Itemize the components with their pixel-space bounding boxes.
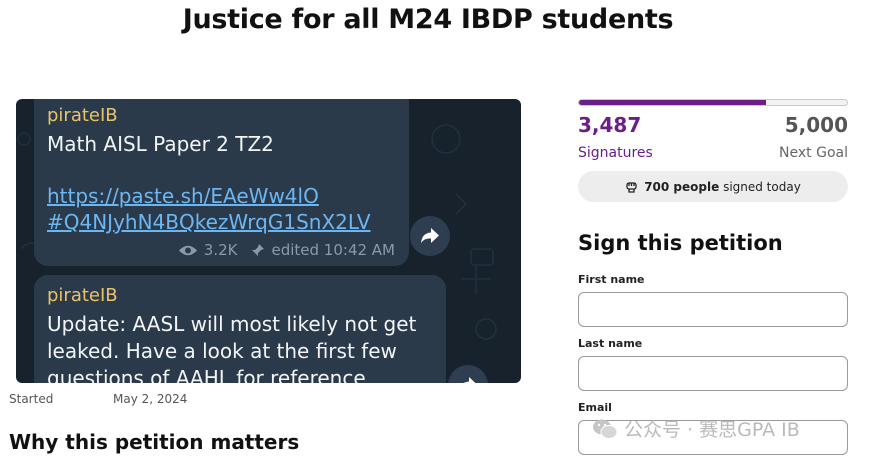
started-date: May 2, 2024 xyxy=(113,392,188,406)
next-goal-label: Next Goal xyxy=(779,145,848,161)
progress-fill xyxy=(579,100,766,105)
signed-today-text: signed today xyxy=(723,179,801,194)
sign-petition-title: Sign this petition xyxy=(578,231,783,255)
message-text-line: leaked. Have a look at the first few xyxy=(47,339,397,363)
email-label: Email xyxy=(578,401,612,414)
watermark: 公众号 · 赛思GPA IB xyxy=(592,415,800,442)
signature-count: 3,487 xyxy=(578,113,642,137)
signature-progress-bar xyxy=(578,99,848,106)
message-author: pirateIB xyxy=(47,285,118,306)
view-count: 3.2K xyxy=(203,241,238,259)
section-title: Why this petition matters xyxy=(9,430,300,454)
message-bubble: pirateIB Update: AASL will most likely n… xyxy=(34,275,446,383)
message-author: pirateIB xyxy=(47,105,118,126)
last-name-label: Last name xyxy=(578,337,643,350)
petition-image: pirateIB Math AISL Paper 2 TZ2 https://p… xyxy=(16,99,521,383)
message-link[interactable]: https://paste.sh/EAeWw4lO xyxy=(47,183,319,209)
message-text-line: Update: AASL will most likely not get xyxy=(47,312,417,336)
first-name-field[interactable] xyxy=(578,292,848,327)
watermark-text: 公众号 · 赛思GPA IB xyxy=(624,419,800,441)
message-text-line: questions of AAHL for reference xyxy=(47,366,366,383)
last-name-field[interactable] xyxy=(578,356,848,391)
wechat-icon xyxy=(593,419,618,439)
fist-icon xyxy=(626,182,637,193)
forward-icon xyxy=(421,228,439,243)
first-name-label: First name xyxy=(578,273,645,286)
signatures-label: Signatures xyxy=(578,145,653,161)
page-title: Justice for all M24 IBDP students xyxy=(182,4,674,35)
started-label: Started xyxy=(9,392,54,406)
signed-today-badge: 700 people signed today xyxy=(578,171,848,202)
message-link-hash[interactable]: #Q4NJyhN4BQkezWrqG1SnX2LV xyxy=(47,209,371,235)
message-text: Math AISL Paper 2 TZ2 xyxy=(47,132,274,156)
goal-count: 5,000 xyxy=(784,113,848,137)
forward-button[interactable] xyxy=(410,216,450,256)
pin-icon xyxy=(252,244,265,256)
signed-today-count: 700 people xyxy=(644,179,720,194)
eye-icon xyxy=(178,245,197,255)
message-meta: 3.2K edited 10:42 AM xyxy=(178,241,395,259)
message-bubble: pirateIB Math AISL Paper 2 TZ2 https://p… xyxy=(34,99,409,266)
edited-time: edited 10:42 AM xyxy=(271,241,395,259)
forward-icon xyxy=(463,377,476,383)
